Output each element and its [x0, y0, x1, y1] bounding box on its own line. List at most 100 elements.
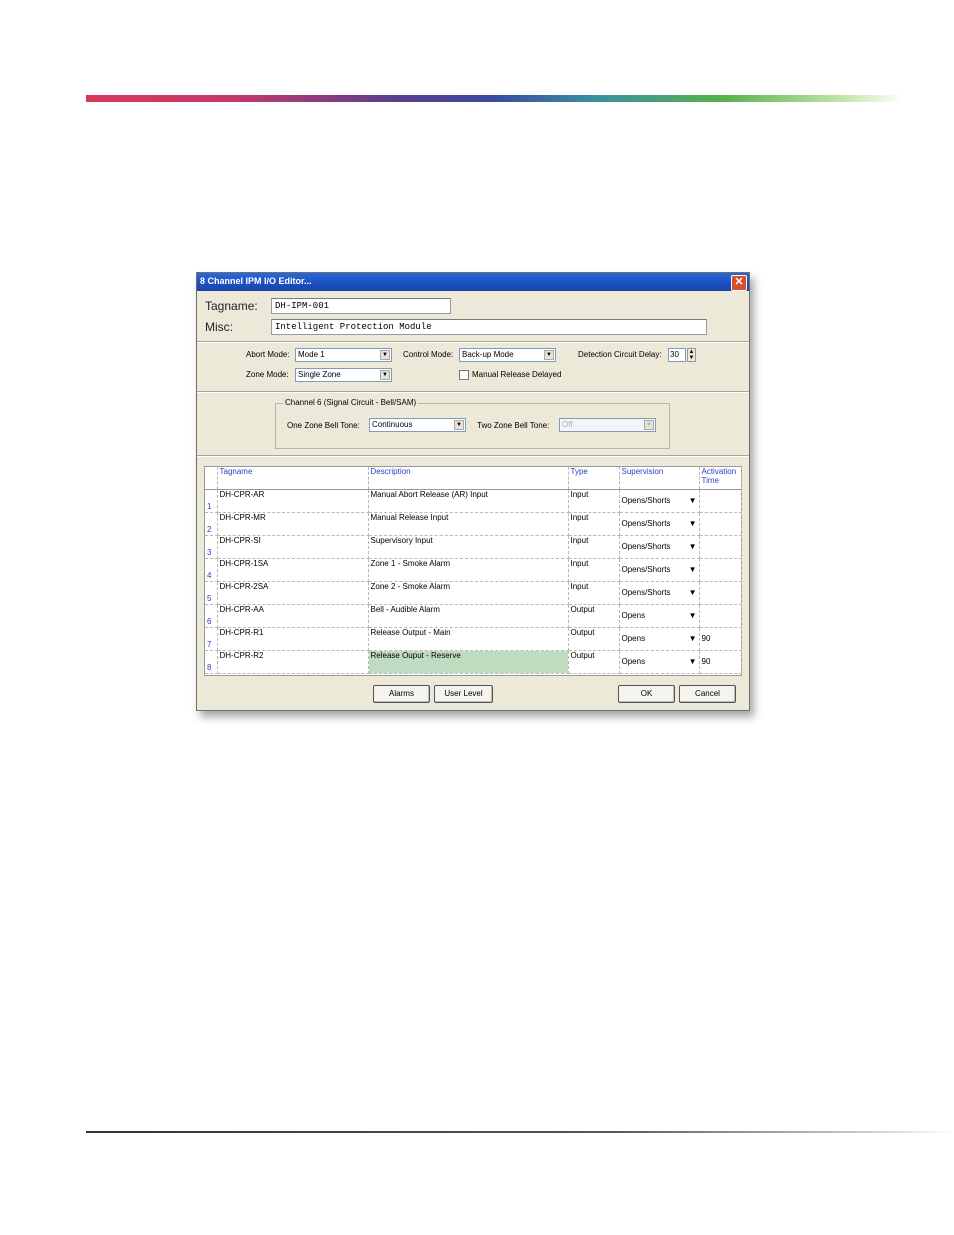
ok-button[interactable]: OK [618, 685, 675, 703]
tagname-header[interactable]: Tagname [217, 467, 369, 490]
alarms-button[interactable]: Alarms [373, 685, 430, 703]
one-zone-bell-tone-select[interactable]: Continuous ▼ [369, 418, 466, 432]
tagname-cell[interactable]: DH-CPR-R2 [217, 650, 369, 674]
io-table-grid: Tagname Description Type Supervision Act… [205, 467, 742, 674]
tagname-cell[interactable]: DH-CPR-AR [217, 489, 369, 513]
row-number: 5 [205, 581, 218, 605]
activation-time-cell[interactable] [699, 581, 742, 605]
type-cell[interactable]: Output [568, 650, 620, 674]
type-cell[interactable]: Input [568, 512, 620, 536]
chevron-down-icon[interactable]: ▼ [380, 370, 390, 380]
supervision-value: Opens/Shorts [621, 542, 671, 551]
separator [197, 341, 749, 343]
description-header[interactable]: Description [368, 467, 569, 490]
dropdown-arrow-icon[interactable]: ▼ [689, 496, 697, 505]
table-row[interactable]: 5 DH-CPR-2SA Zone 2 - Smoke Alarm Input … [205, 581, 742, 605]
tagname-cell[interactable]: DH-CPR-2SA [217, 581, 369, 605]
dropdown-arrow-icon[interactable]: ▼ [689, 588, 697, 597]
tagname-cell[interactable]: DH-CPR-MR [217, 512, 369, 536]
abort-mode-value: Mode 1 [298, 350, 325, 359]
activation-time-cell[interactable] [699, 512, 742, 536]
table-row[interactable]: 1 DH-CPR-AR Manual Abort Release (AR) In… [205, 489, 742, 513]
type-cell[interactable]: Input [568, 558, 620, 582]
manual-release-delayed-label: Manual Release Delayed [472, 370, 562, 379]
row-number: 7 [205, 627, 218, 651]
io-editor-dialog: 8 Channel IPM I/O Editor... ✕ Tagname: D… [196, 272, 750, 711]
supervision-cell[interactable]: Opens/Shorts ▼ [619, 512, 700, 536]
cancel-button[interactable]: Cancel [679, 685, 736, 703]
table-row[interactable]: 8 DH-CPR-R2 Release Ouput - Reserve Outp… [205, 650, 742, 674]
supervision-value: Opens [621, 657, 646, 666]
chevron-down-icon[interactable]: ▼ [544, 350, 554, 360]
table-row[interactable]: 3 DH-CPR-SI Supervisory Input Input Open… [205, 535, 742, 559]
type-cell[interactable]: Output [568, 627, 620, 651]
table-row[interactable]: 2 DH-CPR-MR Manual Release Input Input O… [205, 512, 742, 536]
activation-time-header[interactable]: Activation Time [699, 467, 742, 490]
header-gradient-bar [86, 95, 904, 102]
abort-mode-select[interactable]: Mode 1 ▼ [295, 348, 392, 362]
type-header[interactable]: Type [568, 467, 620, 490]
supervision-cell[interactable]: Opens/Shorts ▼ [619, 581, 700, 605]
dropdown-arrow-icon[interactable]: ▼ [689, 634, 697, 643]
supervision-value: Opens/Shorts [621, 496, 671, 505]
separator [197, 391, 749, 393]
zone-mode-select[interactable]: Single Zone ▼ [295, 368, 392, 382]
type-cell[interactable]: Output [568, 604, 620, 628]
tagname-input[interactable]: DH-IPM-001 [271, 298, 451, 314]
activation-time-cell[interactable] [699, 535, 742, 559]
title-bar[interactable]: 8 Channel IPM I/O Editor... ✕ [197, 273, 749, 291]
description-cell[interactable]: Supervisory Input [368, 535, 569, 559]
activation-time-cell[interactable]: 90 [699, 627, 742, 651]
table-row[interactable]: 7 DH-CPR-R1 Release Output - Main Output… [205, 627, 742, 651]
type-cell[interactable]: Input [568, 489, 620, 513]
activation-time-cell[interactable] [699, 604, 742, 628]
chevron-down-icon[interactable]: ▼ [454, 420, 464, 430]
table-row[interactable]: 4 DH-CPR-1SA Zone 1 - Smoke Alarm Input … [205, 558, 742, 582]
dropdown-arrow-icon[interactable]: ▼ [689, 519, 697, 528]
description-cell[interactable]: Zone 1 - Smoke Alarm [368, 558, 569, 582]
activation-time-cell[interactable] [699, 489, 742, 513]
supervision-cell[interactable]: Opens ▼ [619, 650, 700, 674]
dropdown-arrow-icon[interactable]: ▼ [689, 542, 697, 551]
tagname-cell[interactable]: DH-CPR-1SA [217, 558, 369, 582]
supervision-cell[interactable]: Opens/Shorts ▼ [619, 558, 700, 582]
dropdown-arrow-icon[interactable]: ▼ [689, 565, 697, 574]
supervision-cell[interactable]: Opens/Shorts ▼ [619, 535, 700, 559]
detection-delay-input[interactable]: 30 [668, 348, 686, 362]
type-cell[interactable]: Input [568, 581, 620, 605]
activation-time-cell[interactable] [699, 558, 742, 582]
user-level-button[interactable]: User Level [434, 685, 493, 703]
window-title: 8 Channel IPM I/O Editor... [200, 276, 312, 286]
activation-time-cell[interactable]: 90 [699, 650, 742, 674]
description-cell[interactable]: Bell - Audible Alarm [368, 604, 569, 628]
dropdown-arrow-icon[interactable]: ▼ [689, 611, 697, 620]
close-icon[interactable]: ✕ [731, 275, 747, 291]
tagname-cell[interactable]: DH-CPR-R1 [217, 627, 369, 651]
control-mode-select[interactable]: Back-up Mode ▼ [459, 348, 556, 362]
two-zone-bell-tone-label: Two Zone Bell Tone: [477, 421, 550, 430]
supervision-cell[interactable]: Opens/Shorts ▼ [619, 489, 700, 513]
misc-input[interactable]: Intelligent Protection Module [271, 319, 707, 335]
tagname-cell[interactable]: DH-CPR-SI [217, 535, 369, 559]
supervision-value: Opens [621, 611, 646, 620]
tagname-cell[interactable]: DH-CPR-AA [217, 604, 369, 628]
description-cell[interactable]: Release Output - Main [368, 627, 569, 651]
type-cell[interactable]: Input [568, 535, 620, 559]
description-cell[interactable]: Manual Abort Release (AR) Input [368, 489, 569, 513]
dropdown-arrow-icon[interactable]: ▼ [689, 657, 697, 666]
detection-delay-value: 30 [670, 350, 679, 359]
detection-delay-label: Detection Circuit Delay: [578, 350, 662, 359]
description-cell-selected[interactable]: Release Ouput - Reserve [368, 650, 569, 674]
two-zone-bell-tone-select: Off ▼ [559, 418, 656, 432]
abort-mode-label: Abort Mode: [246, 350, 290, 359]
table-row[interactable]: 6 DH-CPR-AA Bell - Audible Alarm Output … [205, 604, 742, 628]
supervision-cell[interactable]: Opens ▼ [619, 627, 700, 651]
supervision-header[interactable]: Supervision [619, 467, 700, 490]
supervision-cell[interactable]: Opens ▼ [619, 604, 700, 628]
spinner-arrows-icon[interactable]: ▲ ▼ [687, 348, 696, 362]
supervision-value: Opens/Shorts [621, 588, 671, 597]
chevron-down-icon[interactable]: ▼ [380, 350, 390, 360]
description-cell[interactable]: Manual Release Input [368, 512, 569, 536]
description-cell[interactable]: Zone 2 - Smoke Alarm [368, 581, 569, 605]
manual-release-delayed-checkbox[interactable] [459, 370, 469, 380]
